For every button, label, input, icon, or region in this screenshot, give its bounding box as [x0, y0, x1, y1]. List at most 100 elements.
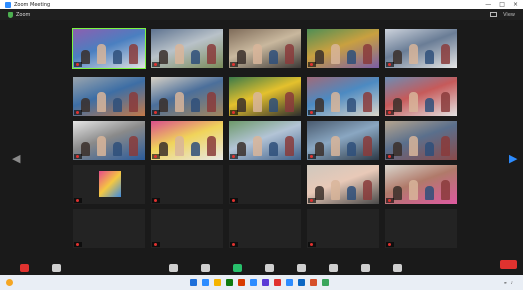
shield-icon[interactable]	[8, 11, 13, 18]
chat-icon	[200, 264, 210, 272]
participant-tile[interactable]	[150, 120, 224, 161]
participant-tile[interactable]	[150, 76, 224, 117]
taskbar-app-icon[interactable]	[190, 279, 198, 286]
person-figure	[113, 98, 122, 112]
chat-button[interactable]	[191, 256, 219, 273]
taskbar-app-icon[interactable]	[274, 279, 282, 286]
participant-tile[interactable]	[228, 76, 302, 117]
participant-tile[interactable]	[228, 28, 302, 69]
participant-tile[interactable]	[384, 76, 458, 117]
participant-tile[interactable]	[150, 28, 224, 69]
participant-name-label	[74, 62, 82, 67]
participant-tile[interactable]	[228, 120, 302, 161]
person-figure	[113, 50, 122, 64]
apps-button[interactable]	[319, 256, 347, 273]
muted-mic-icon	[76, 63, 79, 66]
participant-tile[interactable]	[150, 208, 224, 249]
avatar	[99, 171, 121, 197]
close-button[interactable]: ×	[513, 1, 518, 8]
taskbar-app-icon[interactable]	[262, 279, 270, 286]
person-figure	[237, 98, 246, 112]
taskbar-app-icon[interactable]	[202, 279, 210, 286]
wifi-icon[interactable]: ≋	[504, 281, 507, 285]
participant-tile[interactable]	[306, 164, 380, 205]
maximize-button[interactable]: □	[499, 1, 505, 8]
participant-name-label	[152, 242, 160, 247]
participant-name-label	[74, 110, 82, 115]
participant-tile[interactable]	[72, 208, 146, 249]
muted-mic-icon	[232, 111, 235, 114]
view-label[interactable]: View	[503, 12, 515, 18]
muted-mic-icon	[232, 243, 235, 246]
person-figure	[285, 92, 294, 112]
zoom-app-icon	[5, 1, 11, 8]
taskbar-app-icon[interactable]	[310, 279, 318, 286]
minimize-button[interactable]: —	[485, 1, 491, 8]
person-figure	[191, 98, 200, 112]
participant-tile[interactable]	[150, 164, 224, 205]
person-figure	[97, 92, 106, 112]
participants-button[interactable]	[159, 256, 187, 273]
video-button[interactable]	[42, 256, 70, 273]
person-figure	[315, 50, 324, 64]
taskbar-app-icon[interactable]	[322, 279, 330, 286]
taskbar-app-icon[interactable]	[214, 279, 222, 286]
whiteboards-button[interactable]	[351, 256, 379, 273]
participants-icon	[168, 264, 178, 272]
person-figure	[253, 136, 262, 156]
share-screen-button[interactable]	[223, 256, 251, 273]
participant-tile[interactable]	[384, 120, 458, 161]
participant-tile[interactable]	[306, 76, 380, 117]
more-icon	[392, 264, 402, 272]
person-figure	[347, 50, 356, 64]
participant-tile[interactable]	[384, 208, 458, 249]
person-figure	[331, 92, 340, 112]
taskbar-app-icon[interactable]	[226, 279, 234, 286]
person-figure	[129, 92, 138, 112]
participant-tile[interactable]	[228, 208, 302, 249]
taskbar-app-icon[interactable]	[298, 279, 306, 286]
person-figure	[285, 136, 294, 156]
muted-mic-icon	[310, 199, 313, 202]
person-figure	[347, 142, 356, 156]
participant-name-label	[74, 242, 82, 247]
person-figure	[285, 44, 294, 64]
participant-tile[interactable]	[72, 28, 146, 69]
participant-tile[interactable]	[72, 120, 146, 161]
person-figure	[207, 136, 216, 156]
participant-tile[interactable]	[72, 76, 146, 117]
weather-widget[interactable]	[6, 279, 16, 286]
person-figure	[363, 136, 372, 156]
taskbar-app-icon[interactable]	[286, 279, 294, 286]
participant-tile[interactable]	[72, 164, 146, 205]
participant-tile[interactable]	[228, 164, 302, 205]
taskbar-app-icon[interactable]	[250, 279, 258, 286]
person-figure	[425, 142, 434, 156]
muted-mic-icon	[154, 155, 157, 158]
muted-mic-icon	[232, 199, 235, 202]
next-page-arrow-icon[interactable]: ▶	[509, 152, 517, 166]
muted-mic-icon	[310, 63, 313, 66]
participant-tile[interactable]	[384, 164, 458, 205]
participant-tile[interactable]	[384, 28, 458, 69]
volume-icon[interactable]: ♪	[511, 281, 513, 285]
end-meeting-button[interactable]	[500, 260, 517, 269]
person-figure	[175, 92, 184, 112]
person-figure	[409, 92, 418, 112]
reactions-button[interactable]	[287, 256, 315, 273]
more-button[interactable]	[383, 256, 411, 273]
muted-mic-icon	[388, 199, 391, 202]
audio-button[interactable]	[10, 256, 38, 273]
view-icon[interactable]	[490, 12, 498, 17]
participant-tile[interactable]	[306, 28, 380, 69]
record-button[interactable]	[255, 256, 283, 273]
participant-tile[interactable]	[306, 120, 380, 161]
person-figure	[347, 98, 356, 112]
previous-page-arrow-icon[interactable]: ◀	[12, 152, 20, 166]
participant-tile[interactable]	[306, 208, 380, 249]
person-figure	[129, 136, 138, 156]
person-figure	[315, 186, 324, 200]
person-figure	[409, 136, 418, 156]
taskbar-app-icon[interactable]	[238, 279, 246, 286]
person-figure	[237, 142, 246, 156]
